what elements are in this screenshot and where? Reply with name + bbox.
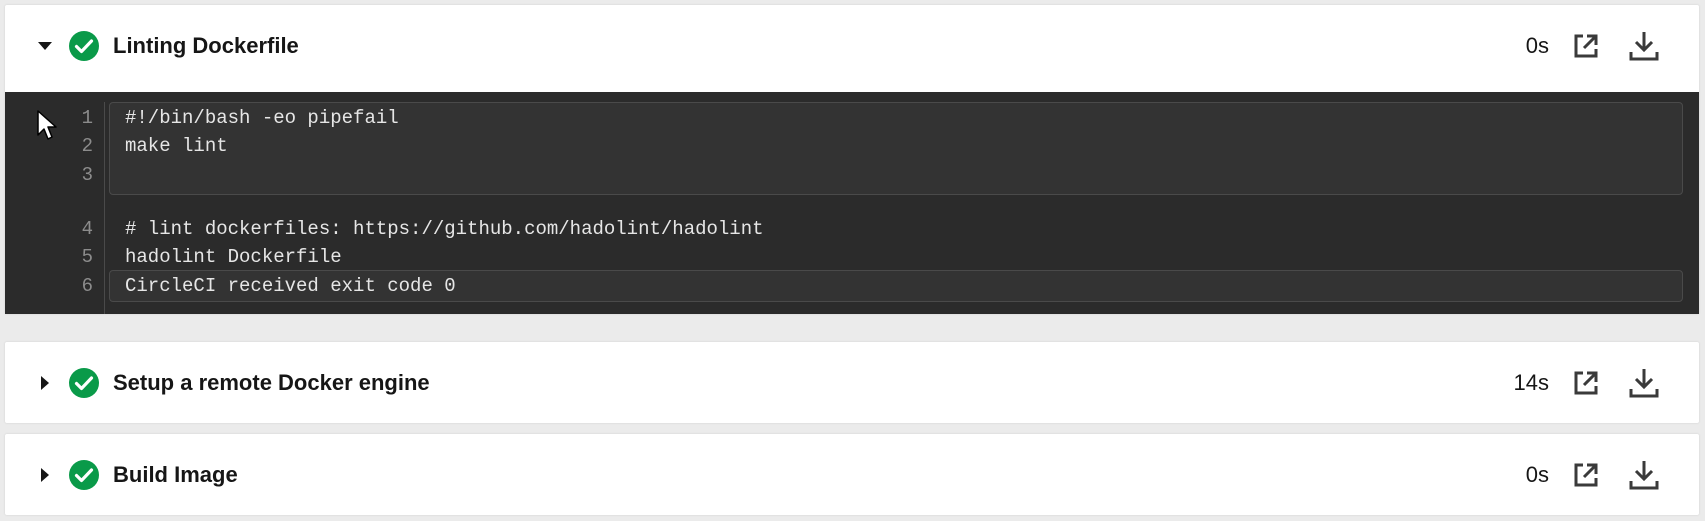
line-number: 2 <box>81 135 93 157</box>
check-circle-icon <box>68 30 100 62</box>
terminal-line: 2 make lint <box>5 131 1699 161</box>
caret-right-icon[interactable] <box>35 465 55 485</box>
terminal-line: 6 CircleCI received exit code 0 <box>5 271 1699 301</box>
step-header[interactable]: Linting Dockerfile 0s <box>5 5 1699 87</box>
download-icon[interactable] <box>1627 458 1661 492</box>
check-circle-icon <box>68 367 100 399</box>
step-title: Linting Dockerfile <box>113 33 299 58</box>
caret-right-icon[interactable] <box>35 373 55 393</box>
download-icon[interactable] <box>1627 29 1661 63</box>
line-number: 1 <box>81 107 93 129</box>
step-title: Build Image <box>113 461 238 487</box>
line-text: # lint dockerfiles: https://github.com/h… <box>125 218 764 240</box>
terminal-output: 1 #!/bin/bash -eo pipefail 2 make lint 3… <box>5 92 1699 314</box>
step-duration: 0s <box>1525 461 1549 487</box>
open-in-new-tab-icon[interactable] <box>1569 366 1603 400</box>
terminal-line: 4 # lint dockerfiles: https://github.com… <box>5 214 1699 244</box>
line-number: 3 <box>81 164 93 186</box>
caret-down-icon[interactable] <box>35 36 55 56</box>
line-number: 5 <box>81 246 93 268</box>
step-header[interactable]: Build Image 0s <box>5 434 1699 515</box>
line-text: #!/bin/bash -eo pipefail <box>125 107 399 129</box>
line-text: make lint <box>125 135 228 157</box>
step-list: Linting Dockerfile 0s 1 #!/bin/bash -eo … <box>0 0 1705 521</box>
terminal-line: 3 <box>5 160 1699 190</box>
line-number: 6 <box>81 275 93 297</box>
step-title: Setup a remote Docker engine <box>113 369 430 395</box>
terminal-line: 1 #!/bin/bash -eo pipefail <box>5 103 1699 133</box>
step-header[interactable]: Setup a remote Docker engine 14s <box>5 342 1699 423</box>
open-in-new-tab-icon[interactable] <box>1569 29 1603 63</box>
step-build-image: Build Image 0s <box>5 434 1699 515</box>
step-duration: 14s <box>1513 369 1549 395</box>
line-text: CircleCI received exit code 0 <box>125 275 456 297</box>
step-duration: 0s <box>1525 33 1549 58</box>
open-in-new-tab-icon[interactable] <box>1569 458 1603 492</box>
line-text: hadolint Dockerfile <box>125 246 342 268</box>
step-setup-remote-docker: Setup a remote Docker engine 14s <box>5 342 1699 423</box>
check-circle-icon <box>68 459 100 491</box>
line-number: 4 <box>81 218 93 240</box>
download-icon[interactable] <box>1627 366 1661 400</box>
step-linting-dockerfile: Linting Dockerfile 0s 1 #!/bin/bash -eo … <box>5 5 1699 314</box>
terminal-line: 5 hadolint Dockerfile <box>5 242 1699 272</box>
